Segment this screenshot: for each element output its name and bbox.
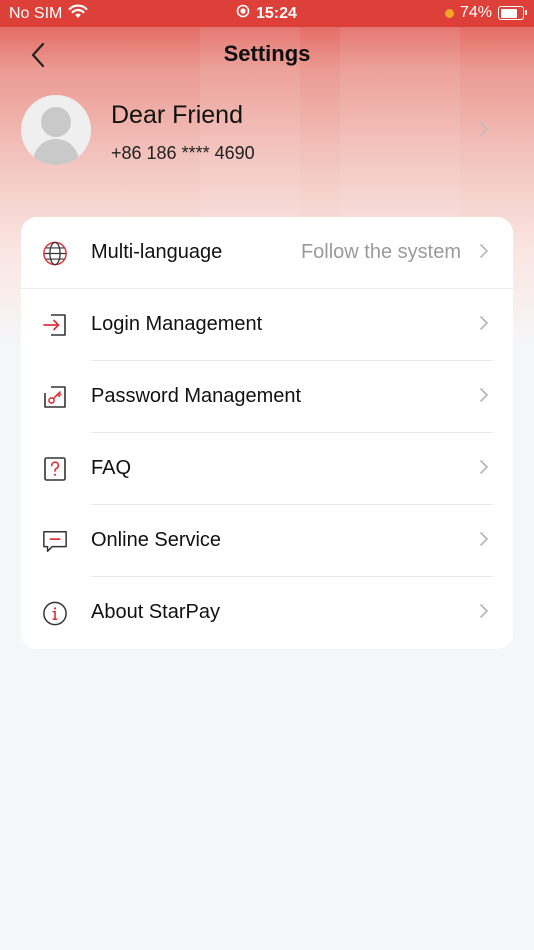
menu-item-multi-language[interactable]: Multi-language Follow the system <box>21 217 513 289</box>
menu-item-label: Multi-language <box>91 241 223 263</box>
chevron-right-icon <box>480 316 488 330</box>
status-bar: No SIM 15:24 74% <box>0 0 534 27</box>
globe-icon <box>42 240 68 266</box>
page-title: Settings <box>223 41 311 66</box>
chevron-right-icon <box>480 604 488 618</box>
chevron-right-icon <box>480 122 488 136</box>
nav-bar: Settings <box>0 27 534 83</box>
info-icon <box>42 600 68 626</box>
chat-icon <box>42 528 68 554</box>
question-icon <box>42 456 68 482</box>
battery-percent: 74% <box>459 4 492 21</box>
menu-item-label: Password Management <box>91 385 302 407</box>
menu-item-label: FAQ <box>91 457 132 479</box>
profile-card[interactable]: Dear Friend +86 186 **** 4690 <box>21 95 513 167</box>
clock: 15:24 <box>256 4 297 22</box>
menu-item-online-service[interactable]: Online Service <box>21 505 513 577</box>
profile-name: Dear Friend <box>111 101 243 129</box>
avatar <box>21 95 91 165</box>
menu-item-login-management[interactable]: Login Management <box>21 289 513 361</box>
battery-icon <box>498 6 527 20</box>
chevron-right-icon <box>480 460 488 474</box>
language-value: Follow the system <box>300 241 461 263</box>
menu-item-label: Online Service <box>91 529 222 551</box>
privacy-indicator-icon <box>444 8 454 18</box>
chevron-right-icon <box>480 532 488 546</box>
menu-item-faq[interactable]: FAQ <box>21 433 513 505</box>
menu-item-about[interactable]: About StarPay <box>21 577 513 649</box>
settings-menu: Multi-language Follow the system Login M… <box>21 217 513 649</box>
menu-item-label: Login Management <box>91 313 263 335</box>
login-icon <box>42 312 68 338</box>
chevron-right-icon <box>480 388 488 402</box>
chevron-right-icon <box>480 244 488 258</box>
screen-record-icon <box>236 4 250 23</box>
menu-item-label: About StarPay <box>91 601 220 623</box>
profile-phone: +86 186 **** 4690 <box>111 143 255 163</box>
menu-item-password-management[interactable]: Password Management <box>21 361 513 433</box>
carrier-label: No SIM <box>9 5 63 22</box>
wifi-icon <box>68 4 88 24</box>
key-icon <box>42 384 68 410</box>
